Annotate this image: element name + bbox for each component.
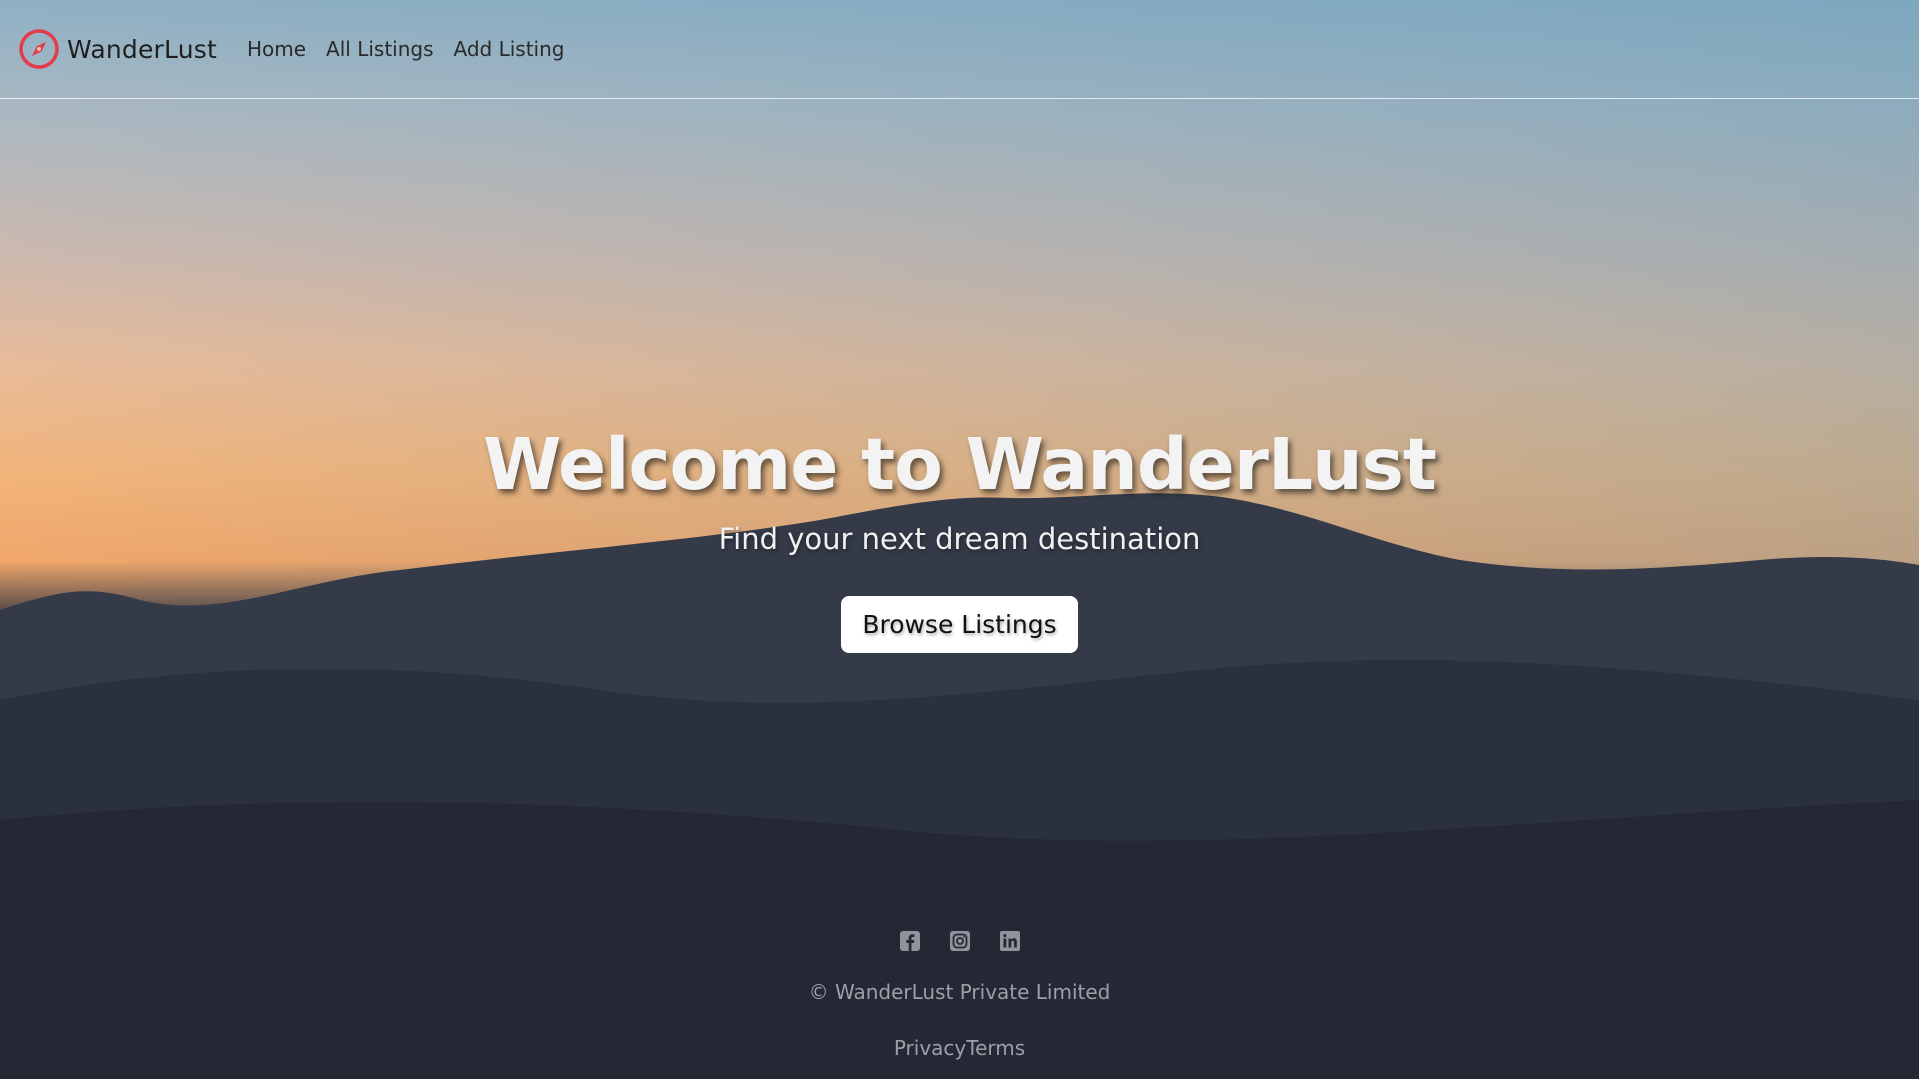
nav-home-link[interactable]: Home (247, 37, 306, 61)
linkedin-icon[interactable] (999, 930, 1021, 952)
hero-title: Welcome to WanderLust (483, 423, 1437, 506)
brand-link[interactable]: WanderLust (19, 29, 217, 69)
terms-link[interactable]: Terms (966, 1036, 1025, 1060)
footer-links: Privacy Terms (0, 1036, 1919, 1060)
nav-all-listings-link[interactable]: All Listings (326, 37, 433, 61)
copyright-text: © WanderLust Private Limited (808, 980, 1111, 1004)
browse-listings-button[interactable]: Browse Listings (841, 596, 1078, 653)
privacy-link[interactable]: Privacy (894, 1036, 966, 1060)
brand-name: WanderLust (67, 34, 217, 64)
footer: © WanderLust Private Limited Privacy Term… (0, 930, 1919, 1060)
instagram-icon[interactable] (949, 930, 971, 952)
hero-section: Welcome to WanderLust Find your next dre… (0, 420, 1919, 653)
compass-icon (19, 29, 59, 69)
top-navbar: WanderLust Home All Listings Add Listing (0, 0, 1919, 99)
social-links (0, 930, 1919, 952)
nav-add-listing-link[interactable]: Add Listing (454, 37, 565, 61)
facebook-icon[interactable] (899, 930, 921, 952)
landing-page: WanderLust Home All Listings Add Listing… (0, 0, 1919, 1079)
nav-links: Home All Listings Add Listing (247, 37, 565, 61)
hero-subtitle: Find your next dream destination (718, 522, 1201, 556)
